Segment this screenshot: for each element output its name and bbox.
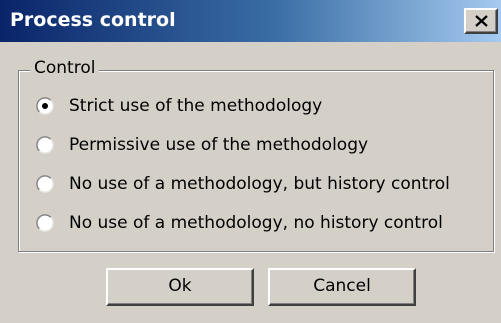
control-group-label: Control bbox=[30, 58, 100, 78]
window-title: Process control bbox=[10, 9, 176, 31]
process-control-dialog: Process control Control Strict use of th… bbox=[0, 0, 501, 323]
radio-label: Permissive use of the methodology bbox=[69, 135, 369, 155]
radio-unselected-icon[interactable] bbox=[36, 214, 54, 232]
radio-label: No use of a methodology, no history cont… bbox=[69, 213, 443, 233]
title-bar[interactable]: Process control bbox=[0, 0, 501, 42]
radio-unselected-icon[interactable] bbox=[36, 136, 54, 154]
radio-label: Strict use of the methodology bbox=[69, 96, 323, 116]
radio-selected-icon[interactable] bbox=[36, 97, 54, 115]
radio-unselected-icon[interactable] bbox=[36, 175, 54, 193]
ok-button[interactable]: Ok bbox=[106, 268, 254, 306]
radio-label: No use of a methodology, but history con… bbox=[69, 174, 450, 194]
cancel-button[interactable]: Cancel bbox=[268, 268, 416, 306]
close-x-icon bbox=[475, 15, 488, 27]
close-button[interactable] bbox=[464, 8, 498, 34]
